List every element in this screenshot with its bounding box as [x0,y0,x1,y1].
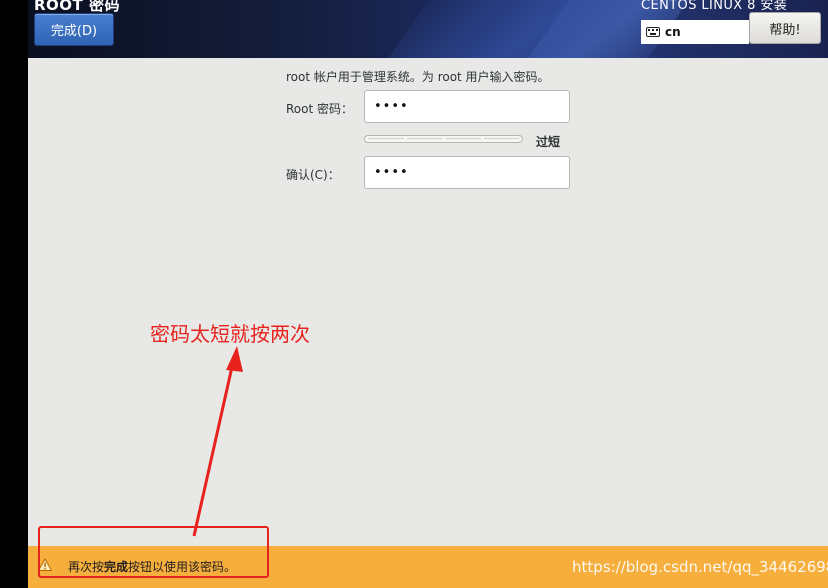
annotation-arrow-line [192,357,236,537]
done-button[interactable]: 完成(D) [34,13,114,46]
strength-segment [406,138,442,142]
password-strength-bar [364,135,523,143]
confirm-password-input[interactable]: •••• [364,156,570,189]
installer-window: ROOT 密码 完成(D) CENTOS LINUX 8 安装 cn 帮助! r… [0,0,828,588]
keyboard-layout-indicator[interactable]: cn [641,20,749,44]
header-bar: ROOT 密码 完成(D) CENTOS LINUX 8 安装 cn 帮助! [28,0,828,58]
annotation-arrow-head [226,346,243,372]
keyboard-icon [646,27,660,37]
strength-segment [368,138,404,142]
root-password-input[interactable]: •••• [364,90,570,123]
left-edge [0,0,28,588]
annotation-arrow [192,346,243,537]
confirm-password-label: 确认(C)： [286,168,340,182]
root-password-form: root 帐户用于管理系统。为 root 用户输入密码。 Root 密码： ••… [28,58,828,546]
annotation-highlight-box [38,526,269,578]
strength-segment [445,138,481,142]
intro-text: root 帐户用于管理系统。为 root 用户输入密码。 [286,70,550,84]
password-strength-label: 过短 [536,135,561,149]
root-password-label: Root 密码： [286,102,354,116]
annotation-text: 密码太短就按两次 [150,322,310,346]
help-button[interactable]: 帮助! [749,12,821,44]
strength-segment [483,138,519,142]
keyboard-layout-label: cn [665,25,681,39]
watermark: https://blog.csdn.net/qq_34462698 [572,558,828,576]
